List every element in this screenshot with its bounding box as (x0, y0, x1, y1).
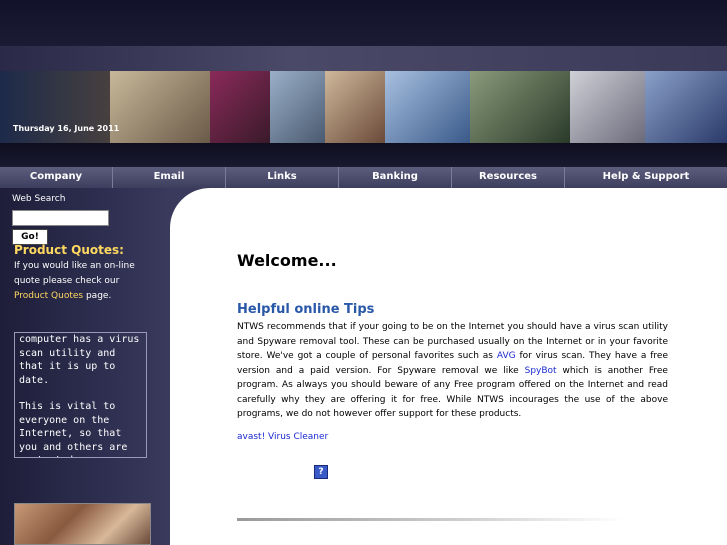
banner-photo-1 (110, 71, 210, 143)
nav-email[interactable]: Email (113, 167, 226, 188)
product-quotes-text-2: page. (85, 291, 112, 301)
scroller-paragraph-1: computer has a virus scan utility and th… (19, 334, 140, 386)
tips-body: NTWS recommends that if your going to be… (237, 320, 668, 422)
product-quotes-text: If you would like an on-line quote pleas… (14, 259, 154, 304)
help-icon[interactable]: ? (314, 465, 328, 479)
product-quotes-text-1: If you would like an on-line quote pleas… (14, 261, 135, 286)
banner-photo-8 (645, 71, 727, 143)
banner-photo-4 (325, 71, 385, 143)
web-search-label: Web Search (12, 194, 66, 204)
banner-underline (0, 143, 727, 167)
page-title: Welcome... (237, 251, 337, 270)
nav-resources[interactable]: Resources (452, 167, 565, 188)
banner-photo-3 (270, 71, 325, 143)
header-banner: Thursday 16, June 2011 (0, 71, 727, 143)
avg-link[interactable]: AVG (497, 351, 516, 361)
tips-title: Helpful online Tips (237, 302, 375, 317)
top-band (0, 46, 727, 71)
banner-photo-7 (570, 71, 645, 143)
header-date: Thursday 16, June 2011 (13, 124, 120, 133)
banner-photo-6 (470, 71, 570, 143)
divider (237, 518, 625, 521)
main-nav: Company Email Links Banking Resources He… (0, 167, 727, 188)
web-search-input[interactable] (12, 210, 109, 226)
nav-links[interactable]: Links (226, 167, 339, 188)
nav-banking[interactable]: Banking (339, 167, 452, 188)
banner-photo-5 (385, 71, 470, 143)
avast-link[interactable]: avast! Virus Cleaner (237, 432, 328, 442)
sidebar-photo (14, 503, 151, 545)
spybot-link[interactable]: SpyBot (525, 366, 557, 376)
top-bar (0, 0, 727, 46)
news-scroller[interactable]: computer has a virus scan utility and th… (14, 332, 147, 458)
nav-help-support[interactable]: Help & Support (565, 167, 727, 188)
nav-company[interactable]: Company (0, 167, 113, 188)
product-quotes-title: Product Quotes: (14, 243, 124, 257)
banner-photo-2 (210, 71, 270, 143)
product-quotes-link[interactable]: Product Quotes (14, 291, 83, 301)
scroller-paragraph-2: This is vital to everyone on the Interne… (19, 401, 128, 457)
